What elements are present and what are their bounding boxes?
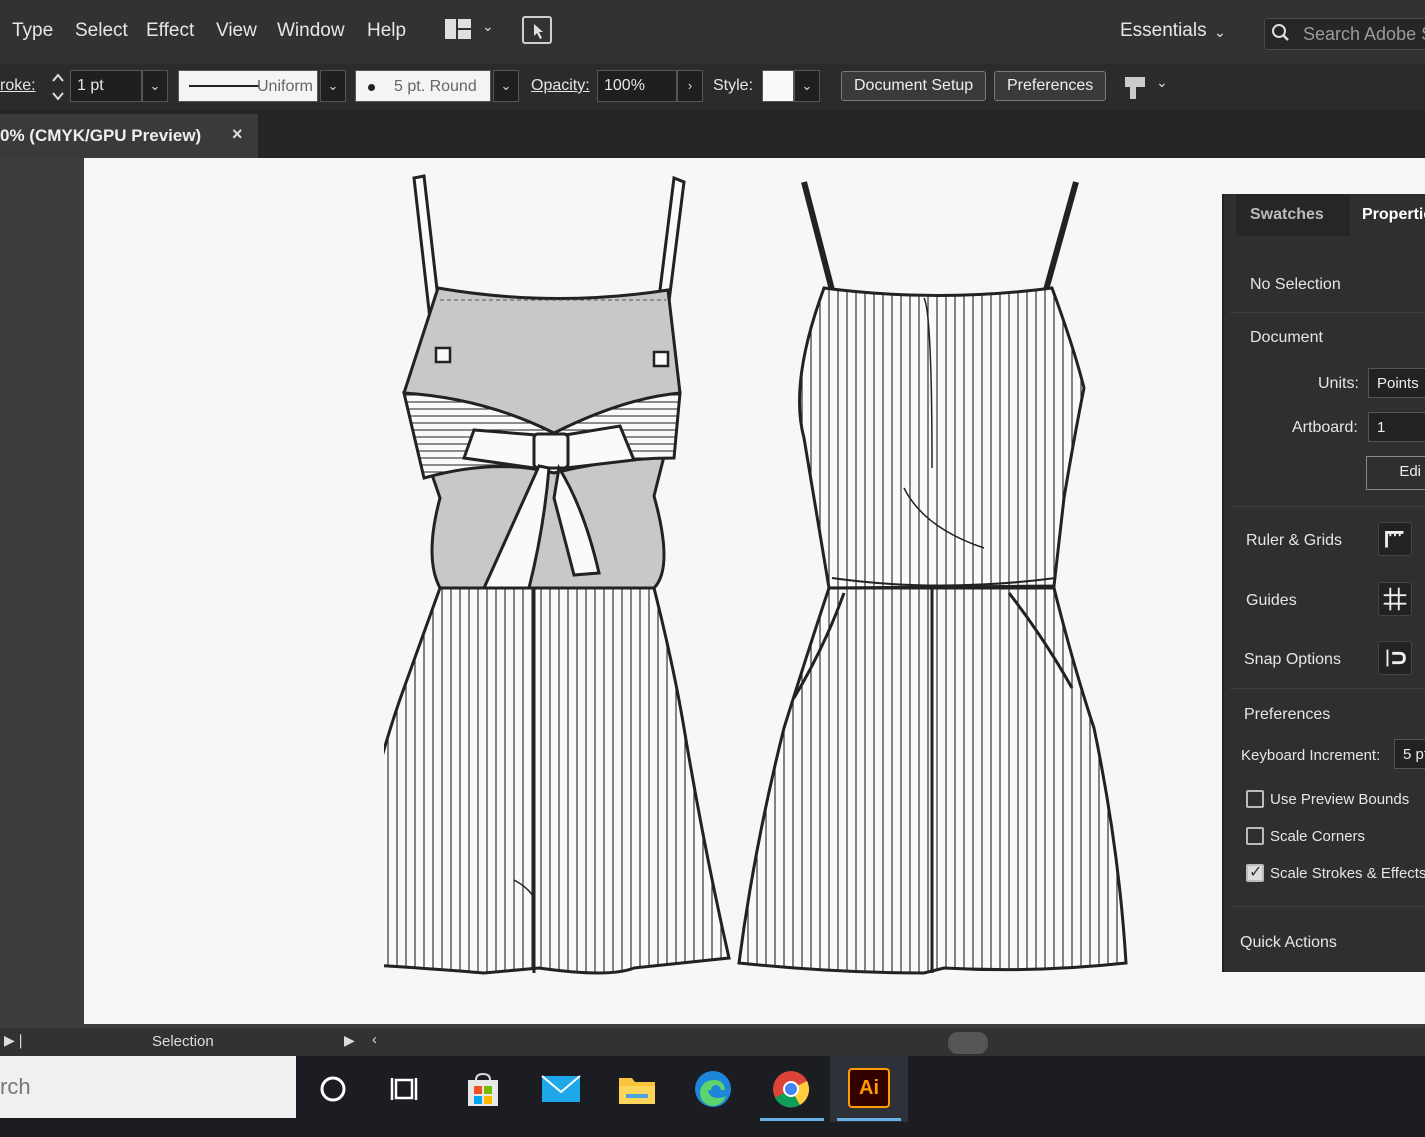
chevron-down-icon[interactable]: ⌄ bbox=[482, 18, 494, 35]
layout-grid-icon[interactable] bbox=[444, 18, 472, 40]
opacity-field[interactable]: 100% bbox=[597, 70, 677, 102]
use-preview-bounds-label: Use Preview Bounds bbox=[1270, 791, 1410, 808]
taskbar-search-text: rch bbox=[0, 1074, 31, 1099]
chevron-down-icon[interactable]: ⌄ bbox=[320, 70, 346, 102]
tab-properties[interactable]: Properties bbox=[1350, 194, 1425, 236]
ruler-grids-label: Ruler & Grids bbox=[1246, 532, 1343, 549]
chrome-running-indicator bbox=[760, 1118, 824, 1121]
status-bar: ▶❘ Selection ▶ ‹ bbox=[0, 1028, 1425, 1056]
artboard-dropdown[interactable]: 1 bbox=[1368, 412, 1425, 442]
ruler-icon[interactable] bbox=[1378, 522, 1412, 556]
snap-magnet-icon[interactable] bbox=[1378, 641, 1412, 675]
units-label: Units: bbox=[1318, 375, 1359, 392]
task-view-icon[interactable] bbox=[384, 1068, 426, 1110]
opacity-label[interactable]: Opacity: bbox=[531, 77, 590, 95]
scale-strokes-effects-checkbox[interactable] bbox=[1246, 862, 1264, 882]
chevron-down-icon[interactable]: ⌄ bbox=[794, 70, 820, 102]
document-tab[interactable]: 0% (CMYK/GPU Preview) × bbox=[0, 114, 258, 158]
stroke-label[interactable]: roke: bbox=[0, 77, 36, 95]
edit-artboards-button[interactable]: Edi bbox=[1366, 456, 1425, 490]
stroke-profile-label: Uniform bbox=[257, 78, 314, 95]
chevron-down-icon[interactable]: ⌄ bbox=[1156, 74, 1168, 91]
menu-help[interactable]: Help bbox=[367, 20, 406, 42]
chevron-left-icon[interactable]: ‹ bbox=[372, 1031, 377, 1048]
romper-illustration[interactable] bbox=[384, 168, 1144, 988]
document-heading: Document bbox=[1250, 329, 1323, 346]
properties-panel: Swatches Properties No Selection Documen… bbox=[1222, 194, 1425, 972]
control-bar: roke: 1 pt ⌄ Uniform ⌄ 5 pt. Round ⌄ Opa… bbox=[0, 64, 1425, 110]
style-label: Style: bbox=[713, 77, 754, 94]
variable-width-profile[interactable]: Uniform bbox=[178, 70, 318, 102]
arrange-documents-icon[interactable] bbox=[522, 16, 552, 44]
scale-corners-label: Scale Corners bbox=[1270, 828, 1366, 845]
brush-definition[interactable]: 5 pt. Round bbox=[355, 70, 491, 102]
mail-icon[interactable] bbox=[540, 1068, 582, 1110]
snap-options-label: Snap Options bbox=[1244, 651, 1341, 668]
guides-icon[interactable] bbox=[1378, 582, 1412, 616]
menu-view[interactable]: View bbox=[216, 20, 257, 42]
last-artboard-icon[interactable]: ▶❘ bbox=[4, 1032, 27, 1049]
stroke-weight-stepper-icon[interactable] bbox=[50, 71, 66, 103]
search-placeholder: Search Adobe S bbox=[1303, 24, 1425, 44]
scale-corners-checkbox[interactable] bbox=[1246, 827, 1264, 845]
illustrator-window: Type Select Effect View Window Help ⌄ Es… bbox=[0, 0, 1425, 1137]
menu-type[interactable]: Type bbox=[12, 20, 53, 42]
keyboard-increment-field[interactable]: 5 pt bbox=[1394, 739, 1425, 769]
store-icon[interactable] bbox=[462, 1068, 504, 1110]
current-tool-status: Selection bbox=[152, 1033, 214, 1050]
cortana-icon[interactable] bbox=[312, 1068, 354, 1110]
panel-tab-bar: Swatches Properties bbox=[1236, 194, 1425, 236]
romper-back-view[interactable] bbox=[384, 174, 731, 975]
menu-window[interactable]: Window bbox=[277, 20, 345, 42]
use-preview-bounds-checkbox[interactable] bbox=[1246, 790, 1264, 808]
chevron-down-icon[interactable]: ⌄ bbox=[142, 70, 168, 102]
artboard-label: Artboard: bbox=[1292, 419, 1358, 436]
stroke-weight-field[interactable]: 1 pt bbox=[70, 70, 142, 102]
quick-actions-heading: Quick Actions bbox=[1240, 934, 1337, 951]
taskbar-search-box[interactable]: rch bbox=[0, 1056, 296, 1118]
windows-taskbar: rch Ai bbox=[0, 1056, 1425, 1137]
document-tab-title: 0% (CMYK/GPU Preview) bbox=[0, 126, 202, 145]
preferences-button[interactable]: Preferences bbox=[994, 71, 1107, 101]
chevron-right-icon[interactable]: › bbox=[677, 70, 703, 102]
play-icon[interactable]: ▶ bbox=[344, 1032, 355, 1049]
edge-icon[interactable] bbox=[692, 1068, 734, 1110]
menu-bar: Type Select Effect View Window Help ⌄ Es… bbox=[0, 0, 1425, 64]
menu-effect[interactable]: Effect bbox=[146, 20, 194, 42]
preferences-heading: Preferences bbox=[1244, 706, 1331, 723]
chrome-icon[interactable] bbox=[770, 1068, 812, 1110]
illustrator-taskbar-button[interactable]: Ai bbox=[830, 1056, 908, 1122]
workspace-switcher[interactable]: Essentials bbox=[1120, 20, 1207, 42]
document-tab-bar: 0% (CMYK/GPU Preview) × bbox=[0, 110, 1425, 158]
tab-swatches[interactable]: Swatches bbox=[1250, 206, 1324, 224]
file-explorer-icon[interactable] bbox=[616, 1068, 658, 1110]
brush-label: 5 pt. Round bbox=[394, 78, 477, 95]
illustrator-active-indicator bbox=[837, 1118, 901, 1121]
arrange-icon[interactable] bbox=[1122, 73, 1148, 101]
document-setup-button[interactable]: Document Setup bbox=[841, 71, 987, 101]
chevron-down-icon[interactable]: ⌄ bbox=[493, 70, 519, 102]
menu-select[interactable]: Select bbox=[75, 20, 128, 42]
close-icon[interactable]: × bbox=[232, 124, 243, 145]
selection-status: No Selection bbox=[1250, 276, 1341, 293]
keyboard-increment-label: Keyboard Increment: bbox=[1241, 747, 1381, 764]
scale-strokes-effects-label: Scale Strokes & Effects bbox=[1270, 865, 1425, 882]
romper-front-view[interactable] bbox=[737, 181, 1128, 975]
graphic-style-swatch[interactable] bbox=[762, 70, 794, 102]
units-dropdown[interactable]: Points bbox=[1368, 368, 1425, 398]
horizontal-scrollbar-thumb[interactable] bbox=[948, 1032, 988, 1054]
chevron-down-icon[interactable]: ⌄ bbox=[1214, 24, 1226, 41]
guides-label: Guides bbox=[1246, 592, 1297, 609]
search-icon bbox=[1272, 24, 1289, 41]
canvas[interactable] bbox=[0, 158, 1425, 1028]
illustrator-icon: Ai bbox=[848, 1068, 890, 1108]
search-adobe-stock-input[interactable]: Search Adobe S bbox=[1264, 18, 1425, 50]
